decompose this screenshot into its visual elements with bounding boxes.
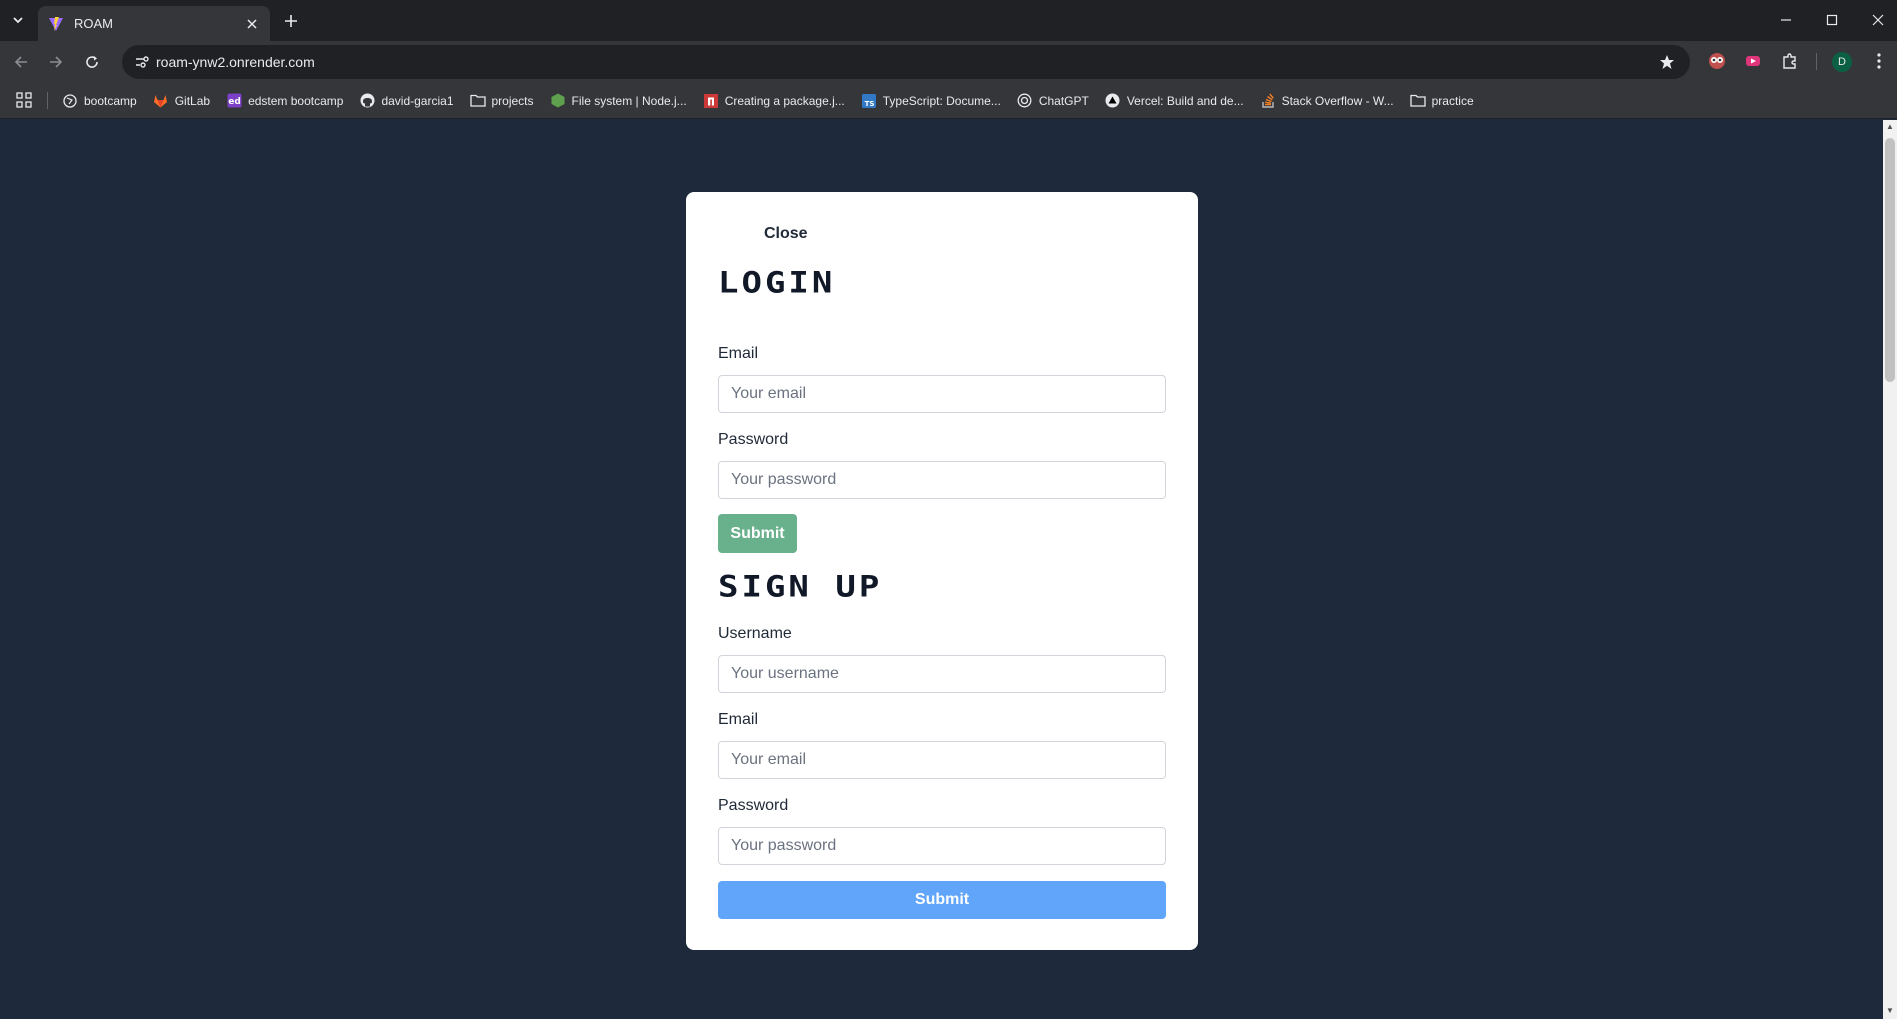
bookmark-label: Stack Overflow - W... xyxy=(1281,93,1394,108)
auth-modal: Close LOGIN Email Password Submit SIGN U… xyxy=(686,192,1198,950)
tab-search-chevron-icon[interactable] xyxy=(6,8,30,32)
login-submit-button[interactable]: Submit xyxy=(718,514,797,553)
browser-toolbar: roam-ynw2.onrender.com xyxy=(0,41,1897,82)
nodejs-icon xyxy=(550,93,566,109)
bookmarks-list: bootcamp GitLab ed edstem bootcamp david… xyxy=(62,82,1474,119)
extension-video-icon[interactable] xyxy=(1741,49,1765,73)
extension-owl-icon[interactable] xyxy=(1705,49,1729,73)
login-password-input[interactable] xyxy=(718,461,1166,499)
maximize-icon[interactable] xyxy=(1820,8,1844,32)
bookmark-label: practice xyxy=(1431,93,1474,108)
bookmark-label: ChatGPT xyxy=(1038,93,1089,108)
signup-username-label: Username xyxy=(718,625,792,642)
window-close-icon[interactable] xyxy=(1866,8,1890,32)
bookmark-label: david-garcia1 xyxy=(381,93,454,108)
profile-avatar[interactable]: D xyxy=(1832,52,1852,72)
chatgpt-icon xyxy=(1017,93,1033,109)
address-url[interactable]: roam-ynw2.onrender.com xyxy=(156,54,315,70)
globe-icon xyxy=(62,93,78,109)
bookmark-gitlab[interactable]: GitLab xyxy=(153,93,210,109)
bookmark-edstem[interactable]: ed edstem bootcamp xyxy=(226,93,343,109)
github-icon xyxy=(359,93,375,109)
login-email-label: Email xyxy=(718,345,759,362)
bookmark-label: bootcamp xyxy=(84,93,137,108)
login-email-input[interactable] xyxy=(718,375,1166,413)
bookmark-vercel[interactable]: Vercel: Build and de... xyxy=(1105,93,1244,109)
bookmark-label: File system | Node.j... xyxy=(571,93,687,108)
site-settings-icon[interactable] xyxy=(130,50,154,74)
back-arrow-icon[interactable] xyxy=(8,49,34,75)
bookmark-label: GitLab xyxy=(174,93,211,108)
bookmark-github[interactable]: david-garcia1 xyxy=(359,93,454,109)
close-button[interactable]: Close xyxy=(764,225,808,243)
browser-menu-kebab-icon[interactable] xyxy=(1867,49,1891,73)
folder-icon xyxy=(1409,93,1426,109)
minimize-icon[interactable] xyxy=(1774,8,1798,32)
bookmark-projects-folder[interactable]: projects xyxy=(469,93,534,109)
signup-password-input[interactable] xyxy=(718,827,1166,865)
bookmark-bootcamp[interactable]: bootcamp xyxy=(62,93,137,109)
svg-text:ed: ed xyxy=(228,97,241,107)
tab-close-icon[interactable] xyxy=(242,14,262,34)
forward-arrow-icon[interactable] xyxy=(43,49,69,75)
signup-submit-button[interactable]: Submit xyxy=(718,881,1166,919)
scroll-up-arrow-icon[interactable]: ▲ xyxy=(1886,123,1894,131)
signup-email-label: Email xyxy=(718,711,759,728)
bookmark-stackoverflow[interactable]: Stack Overflow - W... xyxy=(1260,93,1394,109)
signup-email-input[interactable] xyxy=(718,741,1166,779)
edstem-icon: ed xyxy=(226,93,242,109)
bookmark-practice-folder[interactable]: practice xyxy=(1409,93,1474,109)
page-scrollbar[interactable]: ▲ ▼ xyxy=(1883,120,1897,1019)
stackoverflow-icon xyxy=(1260,93,1276,109)
vercel-icon xyxy=(1105,93,1121,109)
signup-username-input[interactable] xyxy=(718,655,1166,693)
folder-icon xyxy=(469,93,486,109)
signup-password-label: Password xyxy=(718,797,789,814)
npm-icon xyxy=(703,93,719,109)
scroll-thumb[interactable] xyxy=(1885,138,1895,382)
signup-heading: SIGN UP xyxy=(718,570,883,605)
bookmark-label: TypeScript: Docume... xyxy=(882,93,1001,108)
extensions-puzzle-icon[interactable] xyxy=(1778,49,1802,73)
bookmark-star-icon[interactable] xyxy=(1656,51,1678,73)
gitlab-icon xyxy=(153,93,169,109)
bookmark-nodejs[interactable]: File system | Node.j... xyxy=(550,93,687,109)
bookmarks-bar: bootcamp GitLab ed edstem bootcamp david… xyxy=(0,82,1897,119)
login-password-label: Password xyxy=(718,431,789,448)
bookmark-label: Vercel: Build and de... xyxy=(1126,93,1244,108)
bookmark-typescript[interactable]: TS TypeScript: Docume... xyxy=(861,93,1001,109)
bookmark-chatgpt[interactable]: ChatGPT xyxy=(1017,93,1089,109)
bookmark-label: Creating a package.j... xyxy=(724,93,845,108)
new-tab-plus-icon[interactable] xyxy=(280,10,302,32)
browser-titlebar: ROAM xyxy=(0,0,1897,41)
vite-favicon-icon xyxy=(48,16,64,32)
browser-tab[interactable]: ROAM xyxy=(38,6,270,41)
bookmark-label: projects xyxy=(491,93,534,108)
reload-icon[interactable] xyxy=(79,49,105,75)
bookmark-npm[interactable]: Creating a package.j... xyxy=(703,93,845,109)
bookmark-label: edstem bootcamp xyxy=(248,93,344,108)
address-bar[interactable]: roam-ynw2.onrender.com xyxy=(122,45,1690,79)
typescript-icon: TS xyxy=(861,93,877,109)
svg-text:TS: TS xyxy=(864,100,874,108)
tab-title: ROAM xyxy=(74,16,113,31)
bookmarks-divider xyxy=(47,92,48,109)
scroll-down-arrow-icon[interactable]: ▼ xyxy=(1886,1007,1894,1015)
toolbar-divider xyxy=(1816,53,1817,70)
login-heading: LOGIN xyxy=(718,266,836,301)
apps-grid-icon[interactable] xyxy=(15,91,33,109)
